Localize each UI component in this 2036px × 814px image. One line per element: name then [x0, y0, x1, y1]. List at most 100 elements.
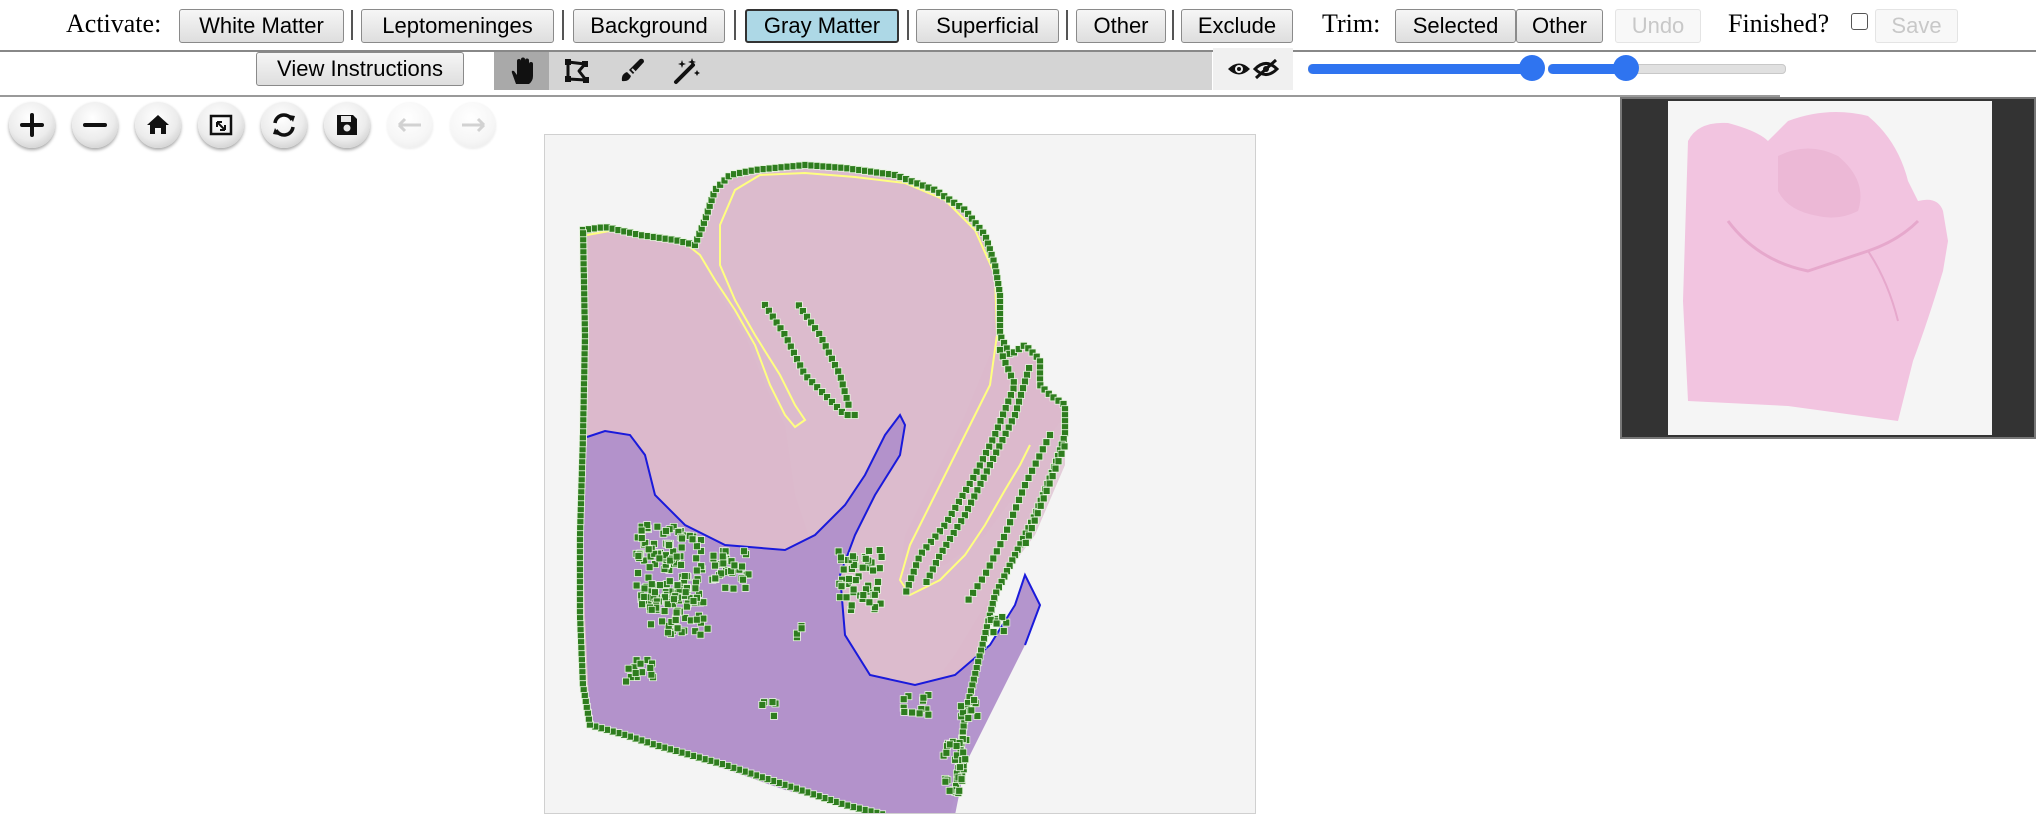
annotation-point[interactable] [952, 742, 961, 750]
annotation-point[interactable] [673, 581, 682, 590]
annotation-point[interactable] [640, 584, 649, 593]
annotation-point[interactable] [729, 584, 738, 593]
annotation-point[interactable] [993, 423, 1002, 432]
annotation-point[interactable] [644, 545, 653, 554]
annotation-point[interactable] [640, 592, 649, 601]
annotation-point[interactable] [1042, 438, 1051, 447]
annotation-point[interactable] [680, 572, 689, 581]
annotation-point[interactable] [637, 534, 646, 543]
annotation-point[interactable] [1023, 370, 1031, 379]
annotation-point[interactable] [768, 698, 777, 706]
annotation-point[interactable] [1054, 457, 1063, 466]
annotation-point[interactable] [721, 583, 730, 592]
annotation-point[interactable] [843, 411, 852, 419]
annotation-point[interactable] [1051, 464, 1060, 473]
annotation-point[interactable] [967, 706, 976, 715]
annotation-point[interactable] [622, 677, 630, 686]
annotation-point[interactable] [1038, 445, 1047, 454]
annotation-point[interactable] [1021, 377, 1029, 386]
annotation-point[interactable] [922, 577, 931, 586]
annotation-point[interactable] [769, 712, 778, 720]
annotation-point[interactable] [1006, 518, 1015, 527]
annotation-point[interactable] [1001, 358, 1010, 367]
annotation-point[interactable] [703, 624, 712, 633]
annotation-point[interactable] [959, 748, 968, 757]
zoom-out-button[interactable] [72, 102, 118, 148]
annotation-point[interactable] [907, 574, 916, 583]
annotation-point[interactable] [647, 580, 656, 589]
leptomeninges-button[interactable]: Leptomeninges [361, 9, 554, 43]
annotation-point[interactable] [672, 608, 681, 617]
zoom-in-button[interactable] [9, 102, 55, 148]
annotation-point[interactable] [865, 546, 873, 555]
annotation-point[interactable] [692, 615, 701, 624]
annotation-point[interactable] [955, 763, 964, 772]
annotation-point[interactable] [992, 547, 1001, 556]
annotation-point[interactable] [945, 786, 954, 795]
annotation-point[interactable] [671, 616, 680, 624]
annotation-point[interactable] [838, 380, 847, 389]
annotation-point[interactable] [647, 605, 656, 614]
annotation-point[interactable] [797, 624, 806, 633]
annotation-point[interactable] [1045, 479, 1054, 488]
navigator-minimap[interactable] [1620, 97, 2036, 439]
annotation-point[interactable] [1021, 481, 1029, 490]
annotation-point[interactable] [653, 522, 662, 531]
annotation-point[interactable] [692, 542, 701, 551]
annotation-point[interactable] [1024, 473, 1033, 482]
annotation-point[interactable] [985, 561, 994, 570]
annotation-point[interactable] [902, 587, 911, 596]
annotation-point[interactable] [904, 581, 913, 589]
annotation-point[interactable] [851, 576, 860, 585]
annotation-point[interactable] [689, 597, 698, 605]
annotation-point[interactable] [1000, 533, 1008, 541]
annotation-point[interactable] [970, 696, 979, 704]
annotation-point[interactable] [682, 602, 691, 611]
slider-thumb[interactable] [1613, 55, 1639, 81]
annotation-point[interactable] [665, 577, 674, 586]
annotation-point[interactable] [941, 777, 950, 786]
annotation-point[interactable] [1048, 472, 1057, 481]
annotation-point[interactable] [664, 628, 672, 637]
annotation-point[interactable] [870, 590, 879, 599]
annotation-point[interactable] [647, 620, 655, 629]
annotation-point[interactable] [1021, 538, 1030, 547]
annotation-point[interactable] [835, 593, 844, 602]
annotation-point[interactable] [989, 554, 998, 563]
annotation-point[interactable] [834, 367, 843, 376]
annotation-point[interactable] [1009, 384, 1018, 393]
annotation-point[interactable] [740, 547, 748, 556]
annotation-point[interactable] [665, 541, 673, 550]
annotation-point[interactable] [699, 598, 708, 607]
annotation-point[interactable] [645, 563, 654, 572]
annotation-point[interactable] [1030, 516, 1039, 525]
annotation-point[interactable] [908, 708, 917, 717]
annotation-point[interactable] [638, 600, 646, 609]
annotation-point[interactable] [644, 573, 653, 582]
annotation-point[interactable] [847, 601, 856, 610]
annotation-point[interactable] [672, 552, 681, 561]
annotation-point[interactable] [681, 588, 690, 597]
annotation-point[interactable] [839, 565, 848, 574]
annotation-point[interactable] [1028, 466, 1037, 475]
exclude-button[interactable]: Exclude [1181, 9, 1293, 43]
annotation-point[interactable] [741, 583, 750, 592]
annotation-point[interactable] [915, 709, 924, 718]
annotation-point[interactable] [836, 553, 845, 562]
annotation-point[interactable] [1027, 524, 1036, 533]
annotation-point[interactable] [977, 575, 986, 584]
annotation-point[interactable] [711, 574, 720, 583]
annotation-point[interactable] [1007, 371, 1015, 380]
annotation-point[interactable] [647, 670, 656, 679]
undo-button[interactable]: Undo [1615, 9, 1701, 43]
annotation-point[interactable] [844, 575, 853, 583]
annotation-point[interactable] [961, 755, 970, 764]
annotation-point[interactable] [1036, 501, 1045, 510]
annotation-point[interactable] [631, 669, 640, 677]
annotation-point[interactable] [849, 552, 857, 561]
annotation-point[interactable] [919, 693, 928, 702]
annotation-point[interactable] [1006, 391, 1015, 400]
annotation-point[interactable] [1013, 404, 1021, 413]
annotation-point[interactable] [1035, 452, 1044, 461]
annotation-point[interactable] [1015, 397, 1023, 406]
